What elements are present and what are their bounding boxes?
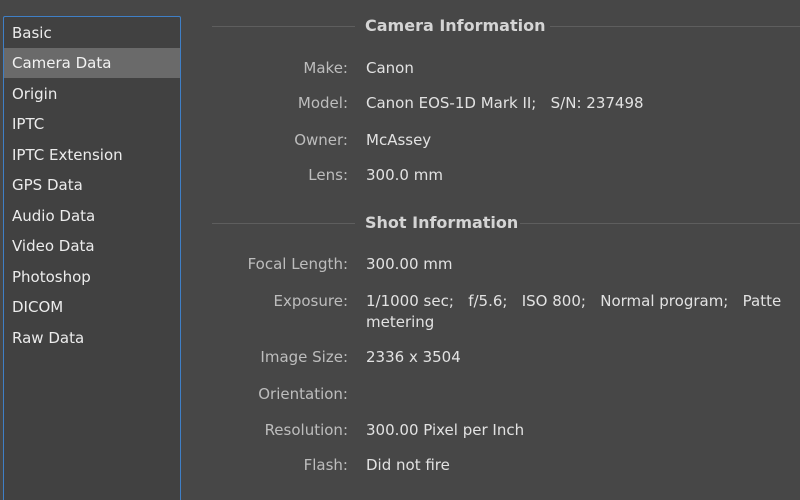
owner-value: McAssey bbox=[366, 131, 432, 149]
exposure-value-continued: metering bbox=[366, 313, 435, 331]
divider bbox=[520, 223, 800, 224]
image-size-label: Image Size: bbox=[260, 348, 348, 366]
focal-length-label: Focal Length: bbox=[247, 255, 348, 273]
sidebar-item-basic[interactable]: Basic bbox=[4, 18, 180, 48]
lens-value: 300.0 mm bbox=[366, 166, 443, 184]
camera-information-header: Camera Information bbox=[212, 16, 800, 36]
flash-value: Did not fire bbox=[366, 456, 450, 474]
metadata-panel: Basic Camera Data Origin IPTC IPTC Exten… bbox=[0, 0, 800, 500]
resolution-label: Resolution: bbox=[264, 421, 348, 439]
orientation-label: Orientation: bbox=[258, 385, 348, 403]
focal-length-value: 300.00 mm bbox=[366, 255, 453, 273]
model-value: Canon EOS-1D Mark II; S/N: 237498 bbox=[366, 94, 644, 112]
make-value: Canon bbox=[366, 59, 414, 77]
resolution-value: 300.00 Pixel per Inch bbox=[366, 421, 525, 439]
divider bbox=[550, 26, 800, 27]
section-title: Shot Information bbox=[365, 213, 519, 232]
divider bbox=[212, 223, 355, 224]
section-title: Camera Information bbox=[365, 16, 546, 35]
owner-label: Owner: bbox=[294, 131, 348, 149]
shot-information-header: Shot Information bbox=[212, 213, 800, 233]
image-size-value: 2336 x 3504 bbox=[366, 348, 461, 366]
exposure-label: Exposure: bbox=[273, 292, 349, 310]
make-label: Make: bbox=[303, 59, 348, 77]
exposure-value: 1/1000 sec; f/5.6; ISO 800; Normal progr… bbox=[366, 292, 782, 310]
flash-label: Flash: bbox=[303, 456, 348, 474]
divider bbox=[212, 26, 355, 27]
sidebar-item-audio-data[interactable]: Audio Data bbox=[4, 201, 180, 231]
model-label: Model: bbox=[297, 94, 348, 112]
lens-label: Lens: bbox=[308, 166, 348, 184]
